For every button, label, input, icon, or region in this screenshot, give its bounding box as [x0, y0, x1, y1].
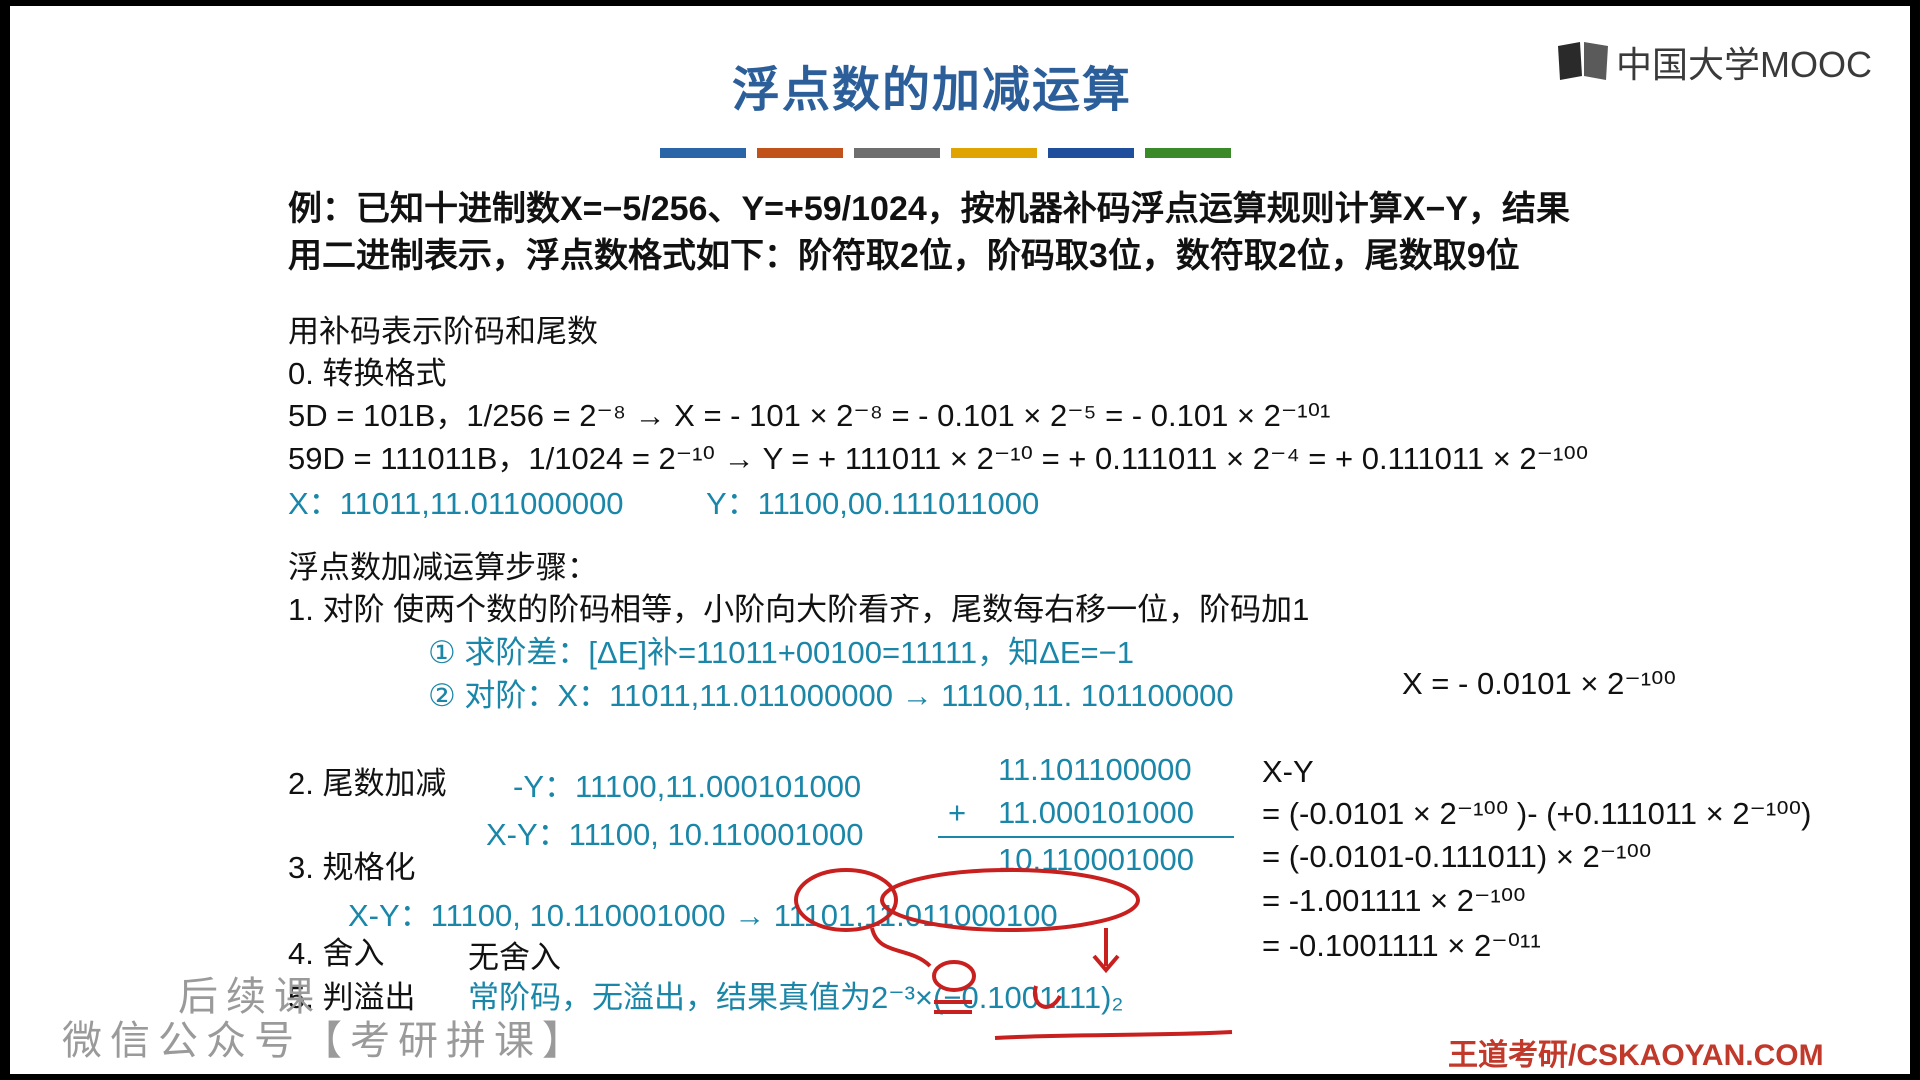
underline-power	[934, 1000, 972, 1014]
circle-power	[932, 960, 976, 992]
arrow-exponent	[870, 927, 932, 968]
mark-sign	[1032, 985, 1062, 1009]
underline-result	[994, 1030, 1233, 1040]
arrow-mantissa	[1092, 928, 1120, 974]
slide: 浮点数的加减运算 中国大学MOOC 例：已知十进制数X=−5/256、Y=+59…	[10, 6, 1910, 1074]
handwritten-annotations	[794, 868, 1233, 1040]
circle-mantissa	[880, 868, 1140, 932]
